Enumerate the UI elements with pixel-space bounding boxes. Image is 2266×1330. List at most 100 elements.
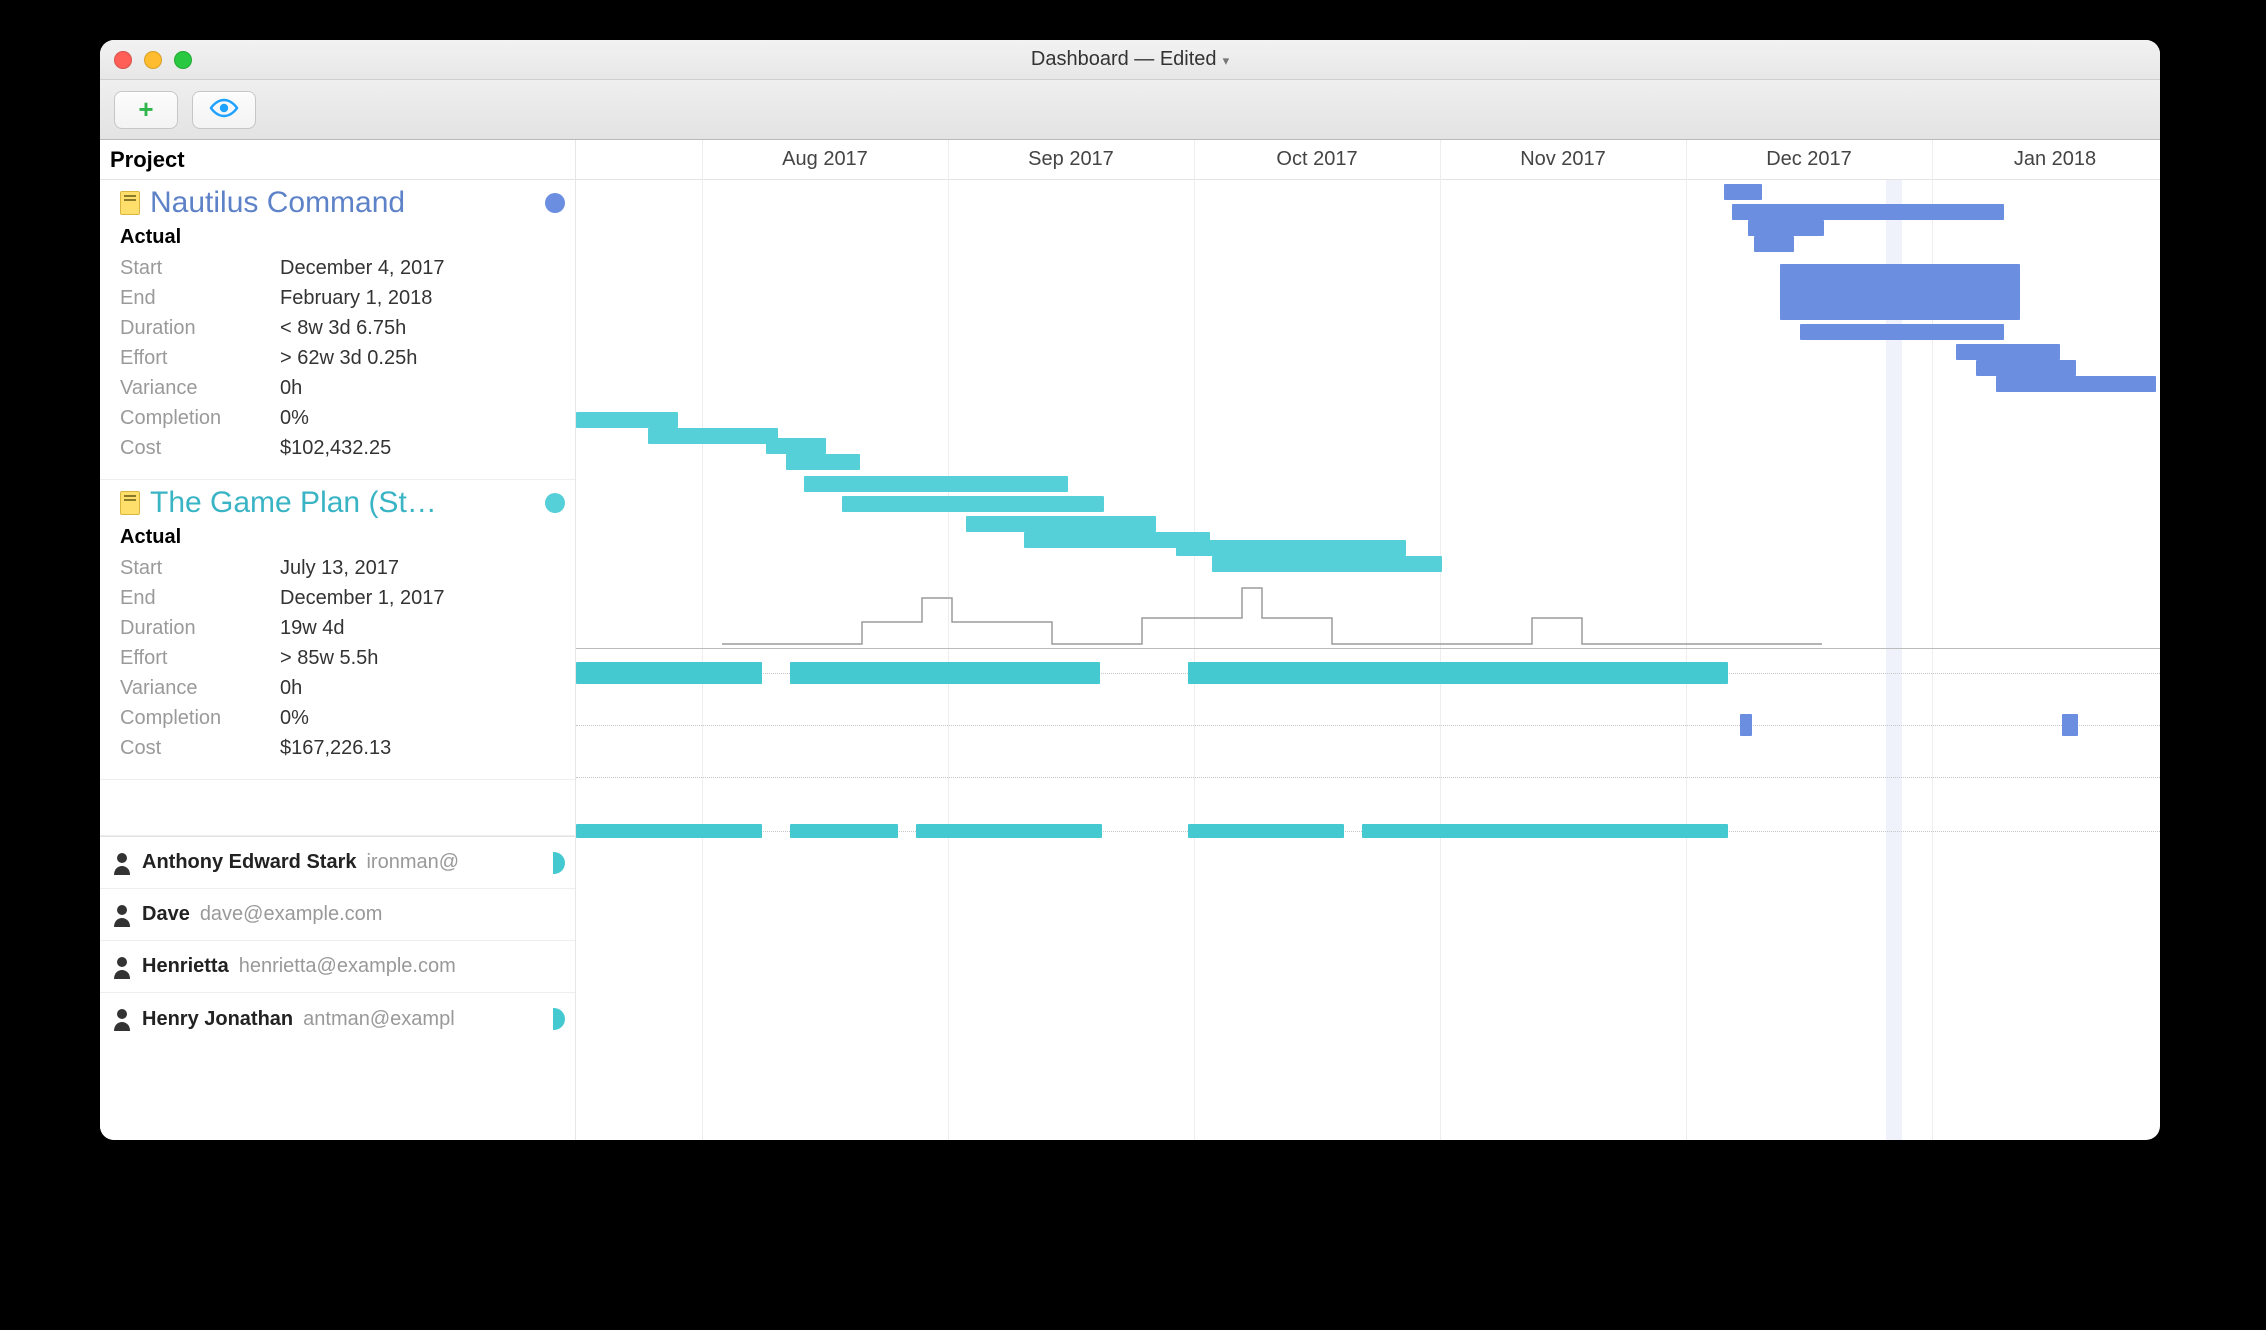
gantt-bar[interactable] — [1212, 556, 1442, 572]
field-label: Effort — [120, 343, 280, 373]
field-label: End — [120, 583, 280, 613]
gantt-bar[interactable] — [1956, 344, 2060, 360]
gantt-bar[interactable] — [1724, 184, 1762, 200]
field-value: $102,432.25 — [280, 433, 391, 463]
minimize-icon[interactable] — [144, 51, 162, 69]
resource-row[interactable]: Dave dave@example.com — [100, 889, 575, 941]
field-value: > 85w 5.5h — [280, 643, 378, 673]
gantt-bar[interactable] — [1754, 236, 1794, 252]
resource-email: antman@exampl — [303, 1008, 454, 1031]
timeline-month-label: Aug 2017 — [702, 148, 948, 171]
content: Project Nautilus Command Actual StartDec… — [100, 140, 2160, 1140]
gantt-bar[interactable] — [1740, 714, 1752, 736]
project-card[interactable]: The Game Plan (St… Actual StartJuly 13, … — [100, 480, 575, 780]
plus-icon: + — [138, 94, 153, 125]
eye-icon — [209, 94, 239, 125]
resource-name: Anthony Edward Stark — [142, 851, 356, 874]
toolbar: + — [100, 80, 2160, 140]
timeline-month-label: Nov 2017 — [1440, 148, 1686, 171]
field-value: > 62w 3d 0.25h — [280, 343, 417, 373]
field-value: December 4, 2017 — [280, 253, 445, 283]
gantt-bar[interactable] — [1780, 264, 2020, 320]
person-icon — [112, 1007, 132, 1031]
gantt-bar[interactable] — [576, 662, 762, 684]
resource-name: Henrietta — [142, 955, 229, 978]
field-value: 0h — [280, 673, 302, 703]
field-value: February 1, 2018 — [280, 283, 432, 313]
gantt-bar[interactable] — [576, 824, 762, 838]
resource-row[interactable]: Henrietta henrietta@example.com — [100, 941, 575, 993]
resource-email: henrietta@example.com — [239, 955, 456, 978]
field-value: < 8w 3d 6.75h — [280, 313, 406, 343]
field-label: Duration — [120, 613, 280, 643]
gantt-bar[interactable] — [576, 412, 678, 428]
gantt-bar[interactable] — [804, 476, 1068, 492]
timeline[interactable]: l 2017Aug 2017Sep 2017Oct 2017Nov 2017De… — [576, 140, 2160, 1140]
person-icon — [112, 903, 132, 927]
gantt-bar[interactable] — [2062, 714, 2078, 736]
project-file-icon — [120, 491, 140, 515]
gantt-bar[interactable] — [790, 662, 1100, 684]
field-value: 0% — [280, 703, 309, 733]
fullscreen-icon[interactable] — [174, 51, 192, 69]
availability-half-icon — [553, 852, 565, 874]
person-icon — [112, 955, 132, 979]
resource-row[interactable]: Anthony Edward Stark ironman@ — [100, 837, 575, 889]
gantt-bar[interactable] — [842, 496, 1104, 512]
gantt-chart — [576, 180, 2160, 1140]
field-label: Variance — [120, 373, 280, 403]
gantt-bar[interactable] — [916, 824, 1102, 838]
timeline-header: l 2017Aug 2017Sep 2017Oct 2017Nov 2017De… — [576, 140, 2160, 180]
field-label: Effort — [120, 643, 280, 673]
field-value: 19w 4d — [280, 613, 345, 643]
resource-name: Dave — [142, 903, 190, 926]
project-card[interactable]: Nautilus Command Actual StartDecember 4,… — [100, 180, 575, 480]
field-value: 0h — [280, 373, 302, 403]
project-color-dot — [545, 493, 565, 513]
gantt-bar[interactable] — [966, 516, 1156, 532]
view-button[interactable] — [192, 91, 256, 129]
project-color-dot — [545, 193, 565, 213]
resource-email: ironman@ — [366, 851, 459, 874]
field-value: December 1, 2017 — [280, 583, 445, 613]
gantt-bar[interactable] — [786, 454, 860, 470]
field-label: Completion — [120, 403, 280, 433]
gantt-bar[interactable] — [1188, 662, 1728, 684]
utilization-outline — [722, 588, 2160, 663]
resource-row[interactable]: Henry Jonathan antman@exampl — [100, 993, 575, 1045]
timeline-month-label: l 2017 — [576, 148, 702, 171]
project-file-icon — [120, 191, 140, 215]
gantt-bar[interactable] — [1800, 324, 2004, 340]
gantt-bar[interactable] — [790, 824, 898, 838]
chevron-down-icon[interactable]: ▾ — [1223, 53, 1230, 69]
gantt-bar[interactable] — [1176, 540, 1406, 556]
app-window: Dashboard — Edited ▾ + Project — [100, 40, 2160, 1140]
timeline-month-label: Oct 2017 — [1194, 148, 1440, 171]
field-label: Cost — [120, 433, 280, 463]
close-icon[interactable] — [114, 51, 132, 69]
gantt-bar[interactable] — [1732, 204, 2004, 220]
field-label: Cost — [120, 733, 280, 763]
gantt-bar[interactable] — [1996, 376, 2156, 392]
sidebar: Project Nautilus Command Actual StartDec… — [100, 140, 576, 1140]
timeline-month-label: Dec 2017 — [1686, 148, 1932, 171]
sidebar-header: Project — [100, 140, 575, 180]
availability-half-icon — [553, 1008, 565, 1030]
gantt-bar[interactable] — [648, 428, 778, 444]
gantt-bar[interactable] — [1362, 824, 1728, 838]
field-value: $167,226.13 — [280, 733, 391, 763]
add-button[interactable]: + — [114, 91, 178, 129]
field-label: Start — [120, 553, 280, 583]
gantt-bar[interactable] — [766, 438, 826, 454]
field-label: Variance — [120, 673, 280, 703]
gantt-bar[interactable] — [1748, 220, 1824, 236]
gantt-bar[interactable] — [1188, 824, 1344, 838]
window-title: Dashboard — Edited — [1031, 48, 1217, 71]
field-label: Duration — [120, 313, 280, 343]
row-baseline — [576, 725, 2160, 726]
gantt-bar[interactable] — [1976, 360, 2076, 376]
window-controls — [114, 51, 192, 69]
timeline-month-label: Sep 2017 — [948, 148, 1194, 171]
resource-list: Anthony Edward Stark ironman@ Dave dave@… — [100, 836, 575, 1045]
field-label: Start — [120, 253, 280, 283]
